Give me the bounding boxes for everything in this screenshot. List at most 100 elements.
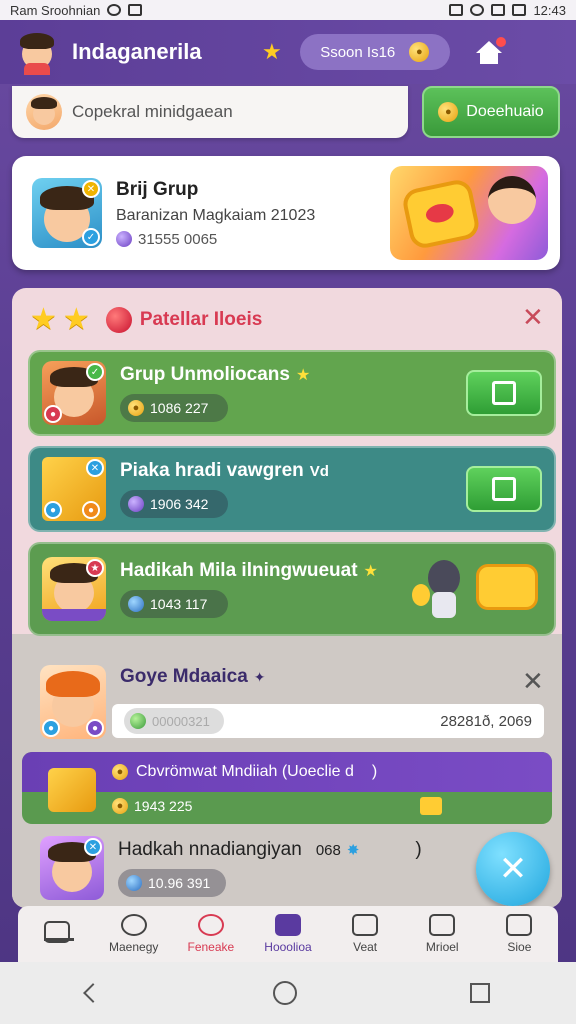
group-title: Hadikah Mila ilningwueuat xyxy=(120,560,358,581)
gem-icon xyxy=(116,231,132,247)
featured-subtitle: Baranizan Magkaiam 21023 xyxy=(116,206,316,224)
group-meta: 1043 117 xyxy=(120,590,228,618)
list-icon xyxy=(492,477,516,501)
close-icon[interactable]: ✕ xyxy=(522,666,544,697)
nav-label: Veat xyxy=(353,940,378,954)
more-icon xyxy=(506,914,533,936)
menu-button[interactable] xyxy=(466,466,542,512)
group-title: Piaka hradi vawgren xyxy=(120,460,304,481)
search-icon xyxy=(197,914,224,936)
coin-icon: ● xyxy=(112,764,128,780)
group-row[interactable]: ✓ ● Grup Unmoliocans ★ ● 1086 227 xyxy=(28,350,556,436)
group-row[interactable]: ★ Hadikah Mila ilningwueuat ★ 1043 117 xyxy=(28,542,556,636)
group-title: Grup Unmoliocans xyxy=(120,364,290,385)
system-nav-bar xyxy=(0,962,576,1024)
status-bar: Ram Sroohnian 12:43 xyxy=(0,0,576,20)
group-meta-value: 1086 227 xyxy=(150,400,209,416)
gem-icon xyxy=(128,496,144,512)
group-avatar: ✓ ● xyxy=(42,361,106,425)
signal-icon xyxy=(491,4,506,16)
coin-balance-pill[interactable]: Ssoon Is16 ● xyxy=(299,34,450,70)
featured-meta-value: 31555 0065 xyxy=(138,230,218,248)
section-info-strip: 00000321 28281ð, 2069 xyxy=(112,704,544,738)
coin-balance-value: Ssoon Is16 xyxy=(320,43,396,61)
badge-icon xyxy=(120,914,147,936)
group-row[interactable]: ✕ ● ● Piaka hradi vawgren Vd 1906 342 xyxy=(28,446,556,532)
featured-meta: 31555 0065 xyxy=(116,231,315,248)
group-meta: 10.96 391 xyxy=(118,869,226,897)
featured-group-card[interactable]: ✕ ✓ Brij Grup Baranizan Magkaiam 21023 3… xyxy=(12,156,560,270)
gift-box-icon xyxy=(48,768,96,812)
coin-icon: ● xyxy=(438,102,459,122)
featured-avatar: ✕ ✓ xyxy=(32,178,102,248)
red-badge-icon xyxy=(105,306,132,333)
nav-item-feneake[interactable]: Feneake xyxy=(174,914,248,954)
nav-item-hooolioa[interactable]: Hooolioa xyxy=(251,914,325,954)
vibrate-icon xyxy=(449,4,464,16)
nav-label: Feneake xyxy=(187,940,235,954)
badge-icon: ✸ xyxy=(346,842,360,859)
house-icon xyxy=(352,914,379,936)
star-icon: ★ xyxy=(363,563,378,580)
image-icon xyxy=(128,4,143,16)
nav-label: Sioe xyxy=(507,940,532,954)
coin-icon: ● xyxy=(409,42,430,62)
nav-item-home[interactable] xyxy=(20,921,94,947)
notification-icon xyxy=(107,4,122,16)
group-meta: ● 1086 227 xyxy=(120,394,228,422)
star-icon[interactable]: ★ xyxy=(262,39,282,65)
recent-apps-icon[interactable] xyxy=(469,983,490,1003)
coin-icon: ● xyxy=(128,400,144,416)
group-avatar: ★ xyxy=(42,557,106,621)
mail-icon xyxy=(429,914,456,936)
group-meta-value: 10.96 391 xyxy=(148,875,211,891)
search-card[interactable]: Copekral minidgaean xyxy=(12,86,408,138)
search-action-button[interactable]: ● Doeehuaio xyxy=(422,86,560,138)
fab-button[interactable]: ✕ xyxy=(476,832,550,906)
search-action-label: Doeehuaio xyxy=(466,103,544,120)
wifi-icon xyxy=(470,4,485,16)
green-gem-icon xyxy=(130,713,146,729)
group-meta-value: 1043 117 xyxy=(150,596,208,612)
group-extra: 068 xyxy=(315,841,341,859)
nav-label: Maenegy xyxy=(109,940,159,954)
status-time: 12:43 xyxy=(533,2,566,18)
banner-value: 1943 225 xyxy=(134,798,193,814)
pin-icon: ✦ xyxy=(253,668,266,685)
section-pill-text: 00000321 xyxy=(152,713,210,729)
panel-title: Patellar Iloeis xyxy=(139,308,263,330)
search-input[interactable]: Copekral minidgaean xyxy=(72,102,233,122)
group-meta-value: 1906 342 xyxy=(150,496,209,512)
group-title-suffix: Vd xyxy=(309,462,329,480)
bottom-nav: Maenegy Feneake Hooolioa Veat Mrioel Sio… xyxy=(18,906,558,962)
app-header: Indaganerila ★ Ssoon Is16 ● xyxy=(0,20,576,84)
play-icon xyxy=(274,914,301,936)
group-avatar: ● ● xyxy=(40,665,106,739)
banner-suffix: ) xyxy=(371,763,378,780)
heart-x-icon: ✕ xyxy=(498,850,528,888)
close-icon[interactable]: ✕ xyxy=(522,302,544,333)
nav-item-veat[interactable]: Veat xyxy=(328,914,402,954)
promo-banner[interactable]: ● Cbvrömwat Mndiiah (Uoeclie d ) ● 1943 … xyxy=(22,752,552,824)
enter-icon xyxy=(492,381,516,405)
group-suffix: ) xyxy=(415,839,422,860)
back-icon[interactable] xyxy=(83,983,104,1003)
home-notification-icon[interactable] xyxy=(474,37,506,67)
featured-artwork xyxy=(390,166,548,260)
gift-box-icon: ✕ ● ● xyxy=(42,457,106,521)
nav-item-mrioel[interactable]: Mrioel xyxy=(405,914,479,954)
profile-avatar[interactable] xyxy=(14,29,60,75)
nav-item-sioe[interactable]: Sioe xyxy=(482,914,556,954)
nav-label: Hooolioa xyxy=(264,940,312,954)
home-circle-icon[interactable] xyxy=(272,981,297,1005)
star-icon: ★ xyxy=(30,303,57,336)
nav-item-maenegy[interactable]: Maenegy xyxy=(97,914,171,954)
coin-icon: ● xyxy=(112,798,128,814)
enter-group-button[interactable] xyxy=(466,370,542,416)
status-left-text: Ram Sroohnian xyxy=(10,2,101,18)
chip-icon xyxy=(420,797,442,815)
nav-label: Mrioel xyxy=(425,940,459,954)
battery-icon xyxy=(512,4,527,16)
section-right-value: 28281ð, 2069 xyxy=(440,712,532,730)
gem-icon xyxy=(128,596,144,612)
